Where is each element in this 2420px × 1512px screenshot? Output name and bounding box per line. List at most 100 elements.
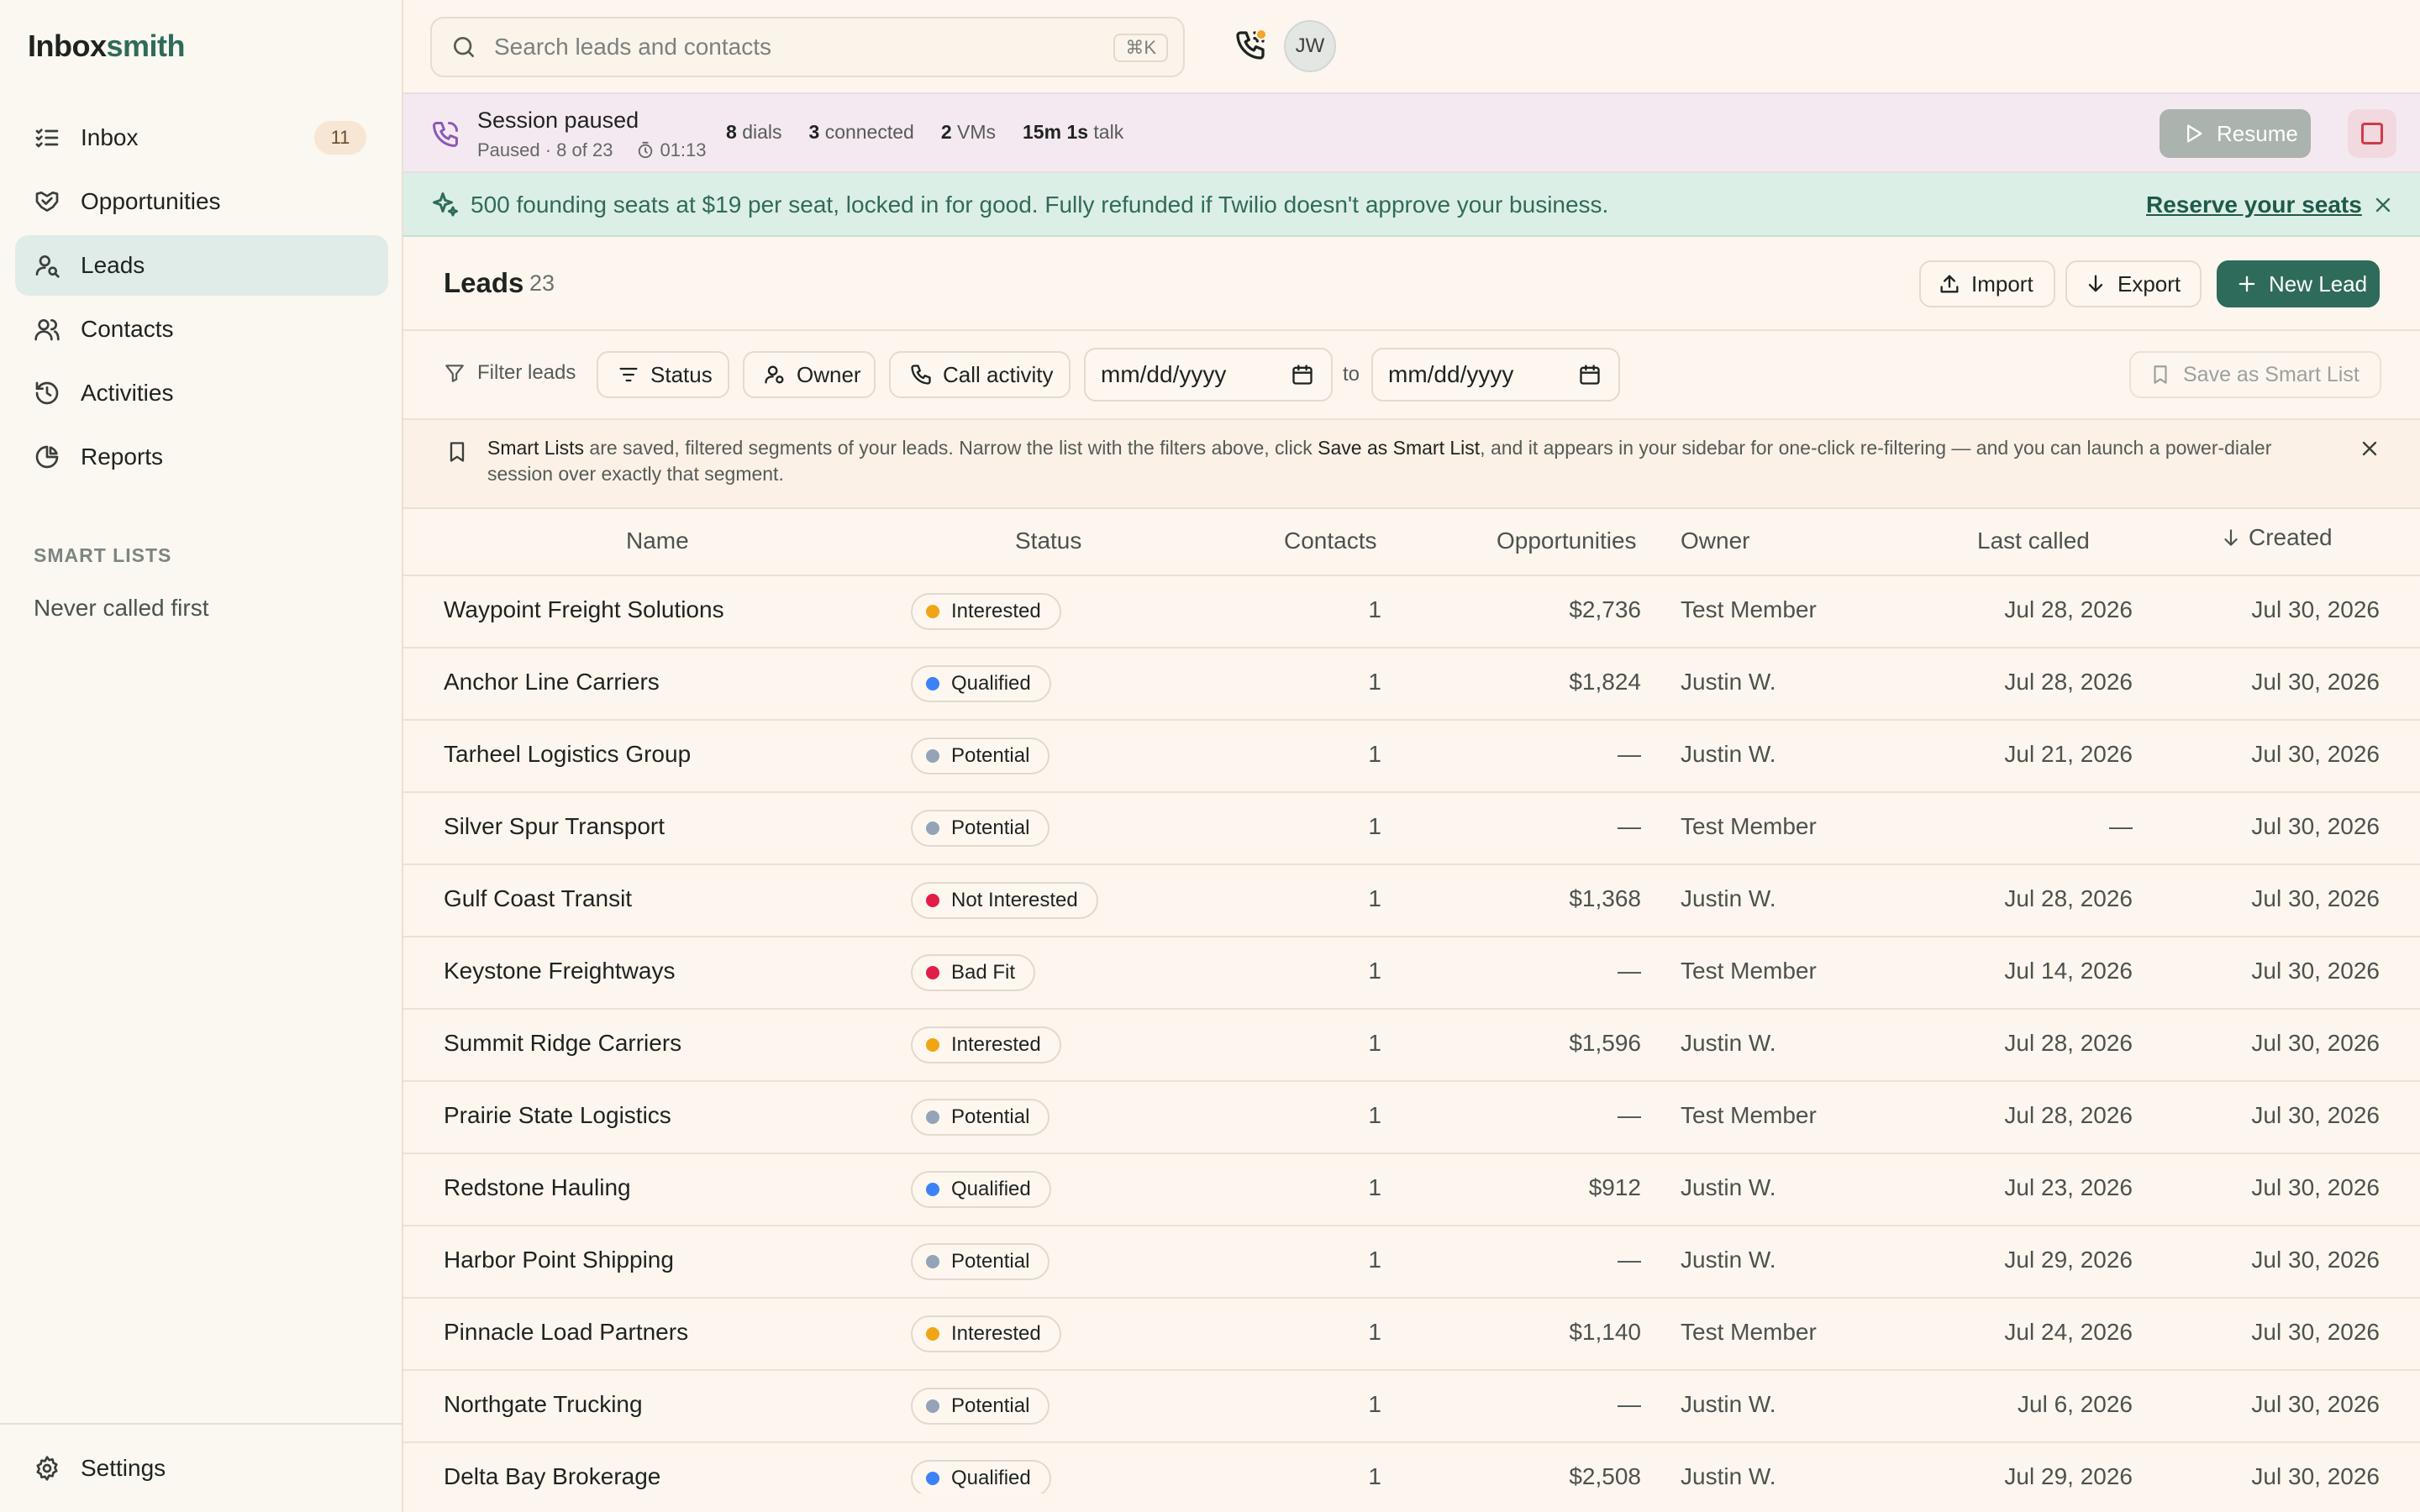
table-row[interactable]: Prairie State Logistics 1 — Test Member Jul … <box>403 1082 2420 1154</box>
contacts-count: 1 <box>1368 1391 1381 1417</box>
sidebar-item-leads[interactable]: Leads <box>15 235 388 296</box>
sidebar-item-reports[interactable]: Reports <box>15 427 388 487</box>
status-badge[interactable]: Qualified <box>911 1460 1051 1494</box>
export-button[interactable]: Export <box>2065 260 2202 307</box>
column-header-contacts[interactable]: Contacts <box>1284 528 1377 554</box>
last-called-date: Jul 23, 2026 <box>2004 1174 2133 1200</box>
status-badge[interactable]: Potential <box>911 1388 1050 1425</box>
filter-lines-icon <box>619 367 638 382</box>
column-header-status[interactable]: Status <box>1015 528 1081 554</box>
opportunities-value: — <box>1618 813 1641 839</box>
date-from-placeholder: mm/dd/yyyy <box>1101 361 1227 387</box>
lead-name[interactable]: Northgate Trucking <box>444 1391 643 1418</box>
status-badge[interactable]: Qualified <box>911 665 1051 702</box>
column-header-name[interactable]: Name <box>626 528 689 554</box>
close-icon[interactable] <box>2371 193 2395 217</box>
import-button[interactable]: Import <box>1919 260 2055 307</box>
status-filter-chip[interactable]: Status <box>597 351 729 398</box>
table-row[interactable]: Waypoint Freight Solutions 1 $2,736 Test Me… <box>403 576 2420 648</box>
date-from-input[interactable]: mm/dd/yyyy <box>1084 348 1333 402</box>
handshake-icon <box>34 188 60 215</box>
column-header-created[interactable]: Created <box>2220 524 2333 551</box>
table-row[interactable]: Northgate Trucking 1 — Justin W. Jul 6, 2026… <box>403 1371 2420 1443</box>
resume-button[interactable]: Resume <box>2160 109 2311 158</box>
horizontal-scrollbar[interactable] <box>403 1494 2420 1512</box>
close-icon[interactable] <box>2358 437 2381 460</box>
status-badge[interactable]: Bad Fit <box>911 954 1036 991</box>
search-input[interactable]: Search leads and contacts ⌘K <box>430 17 1185 77</box>
lead-name[interactable]: Harbor Point Shipping <box>444 1247 674 1273</box>
table-row[interactable]: Tarheel Logistics Group 1 — Justin W. Jul 21… <box>403 721 2420 793</box>
date-to-placeholder: mm/dd/yyyy <box>1388 361 1514 387</box>
reserve-seats-link[interactable]: Reserve your seats <box>2146 192 2362 218</box>
sidebar-item-settings[interactable]: Settings <box>0 1423 402 1512</box>
created-date: Jul 30, 2026 <box>2251 1174 2380 1200</box>
status-badge[interactable]: Interested <box>911 1026 1061 1063</box>
owner-name: Test Member <box>1681 813 1817 839</box>
lead-name[interactable]: Redstone Hauling <box>444 1174 631 1201</box>
lead-name[interactable]: Gulf Coast Transit <box>444 885 632 912</box>
table-row[interactable]: Summit Ridge Carriers 1 $1,596 Justin W. Jul… <box>403 1010 2420 1082</box>
owner-filter-chip[interactable]: Owner <box>743 351 876 398</box>
status-badge[interactable]: Potential <box>911 738 1050 774</box>
status-dot <box>926 1255 939 1268</box>
new-lead-button[interactable]: New Lead <box>2217 260 2380 307</box>
lead-name[interactable]: Summit Ridge Carriers <box>444 1030 681 1057</box>
table-row[interactable]: Anchor Line Carriers 1 $1,824 Justin W. Jul … <box>403 648 2420 721</box>
last-called-date: Jul 24, 2026 <box>2004 1319 2133 1345</box>
status-label: Potential <box>951 1105 1030 1128</box>
smart-list-item[interactable]: Never called first <box>34 595 209 622</box>
save-smart-list-button[interactable]: Save as Smart List <box>2129 351 2381 398</box>
status-badge[interactable]: Potential <box>911 810 1050 847</box>
last-called-date: Jul 14, 2026 <box>2004 958 2133 984</box>
sidebar-item-activities[interactable]: Activities <box>15 363 388 423</box>
column-header-opportunities[interactable]: Opportunities <box>1497 528 1637 554</box>
table-row[interactable]: Redstone Hauling 1 $912 Justin W. Jul 23, 20… <box>403 1154 2420 1226</box>
opportunities-value: — <box>1618 1391 1641 1417</box>
brand-logo[interactable]: Inboxsmith <box>28 29 186 64</box>
lead-name[interactable]: Anchor Line Carriers <box>444 669 660 696</box>
status-badge[interactable]: Potential <box>911 1243 1050 1280</box>
status-dot <box>926 822 939 835</box>
calendar-icon <box>1578 363 1602 386</box>
history-icon <box>34 380 60 407</box>
status-badge[interactable]: Not Interested <box>911 882 1098 919</box>
status-badge[interactable]: Qualified <box>911 1171 1051 1208</box>
users-icon <box>34 316 60 343</box>
date-to-input[interactable]: mm/dd/yyyy <box>1371 348 1620 402</box>
sidebar-item-opportunities[interactable]: Opportunities <box>15 171 388 232</box>
sidebar-item-inbox[interactable]: Inbox 11 <box>15 108 388 168</box>
stat-voicemails: 2 VMs <box>940 121 997 143</box>
table-row[interactable]: Gulf Coast Transit 1 $1,368 Justin W. Jul 28… <box>403 865 2420 937</box>
column-header-owner[interactable]: Owner <box>1681 528 1749 554</box>
column-header-last-called[interactable]: Last called <box>1977 528 2090 554</box>
opportunities-value: $912 <box>1588 1174 1641 1200</box>
status-badge[interactable]: Potential <box>911 1099 1050 1136</box>
created-date: Jul 30, 2026 <box>2251 813 2380 839</box>
lead-name[interactable]: Pinnacle Load Partners <box>444 1319 688 1346</box>
status-dot <box>926 605 939 618</box>
lead-name[interactable]: Tarheel Logistics Group <box>444 741 691 768</box>
table-row[interactable]: Delta Bay Brokerage 1 $2,508 Justin W. Jul 2… <box>403 1443 2420 1494</box>
lead-name[interactable]: Prairie State Logistics <box>444 1102 671 1129</box>
table-row[interactable]: Pinnacle Load Partners 1 $1,140 Test Member… <box>403 1299 2420 1371</box>
status-badge[interactable]: Interested <box>911 1315 1061 1352</box>
table-row[interactable]: Keystone Freightways 1 — Test Member Jul 14,… <box>403 937 2420 1010</box>
opportunities-value: $2,508 <box>1569 1463 1641 1489</box>
table-row[interactable]: Silver Spur Transport 1 — Test Member — Jul 3… <box>403 793 2420 865</box>
sidebar-item-contacts[interactable]: Contacts <box>15 299 388 360</box>
sidebar: Inboxsmith Inbox 11 Opportunities Leads … <box>0 0 403 1512</box>
table-row[interactable]: Harbor Point Shipping 1 — Justin W. Jul 29, … <box>403 1226 2420 1299</box>
lead-name[interactable]: Delta Bay Brokerage <box>444 1463 660 1490</box>
lead-name[interactable]: Silver Spur Transport <box>444 813 665 840</box>
lead-name[interactable]: Keystone Freightways <box>444 958 675 984</box>
call-activity-filter-chip[interactable]: Call activity <box>889 351 1071 398</box>
search-icon <box>450 34 477 60</box>
sidebar-item-label: Opportunities <box>81 188 221 214</box>
status-badge[interactable]: Interested <box>911 593 1061 630</box>
stop-session-button[interactable] <box>2348 109 2396 158</box>
avatar[interactable]: JW <box>1284 20 1336 72</box>
owner-name: Justin W. <box>1681 741 1776 767</box>
filter-leads-label: Filter leads <box>444 361 576 385</box>
lead-name[interactable]: Waypoint Freight Solutions <box>444 596 724 623</box>
